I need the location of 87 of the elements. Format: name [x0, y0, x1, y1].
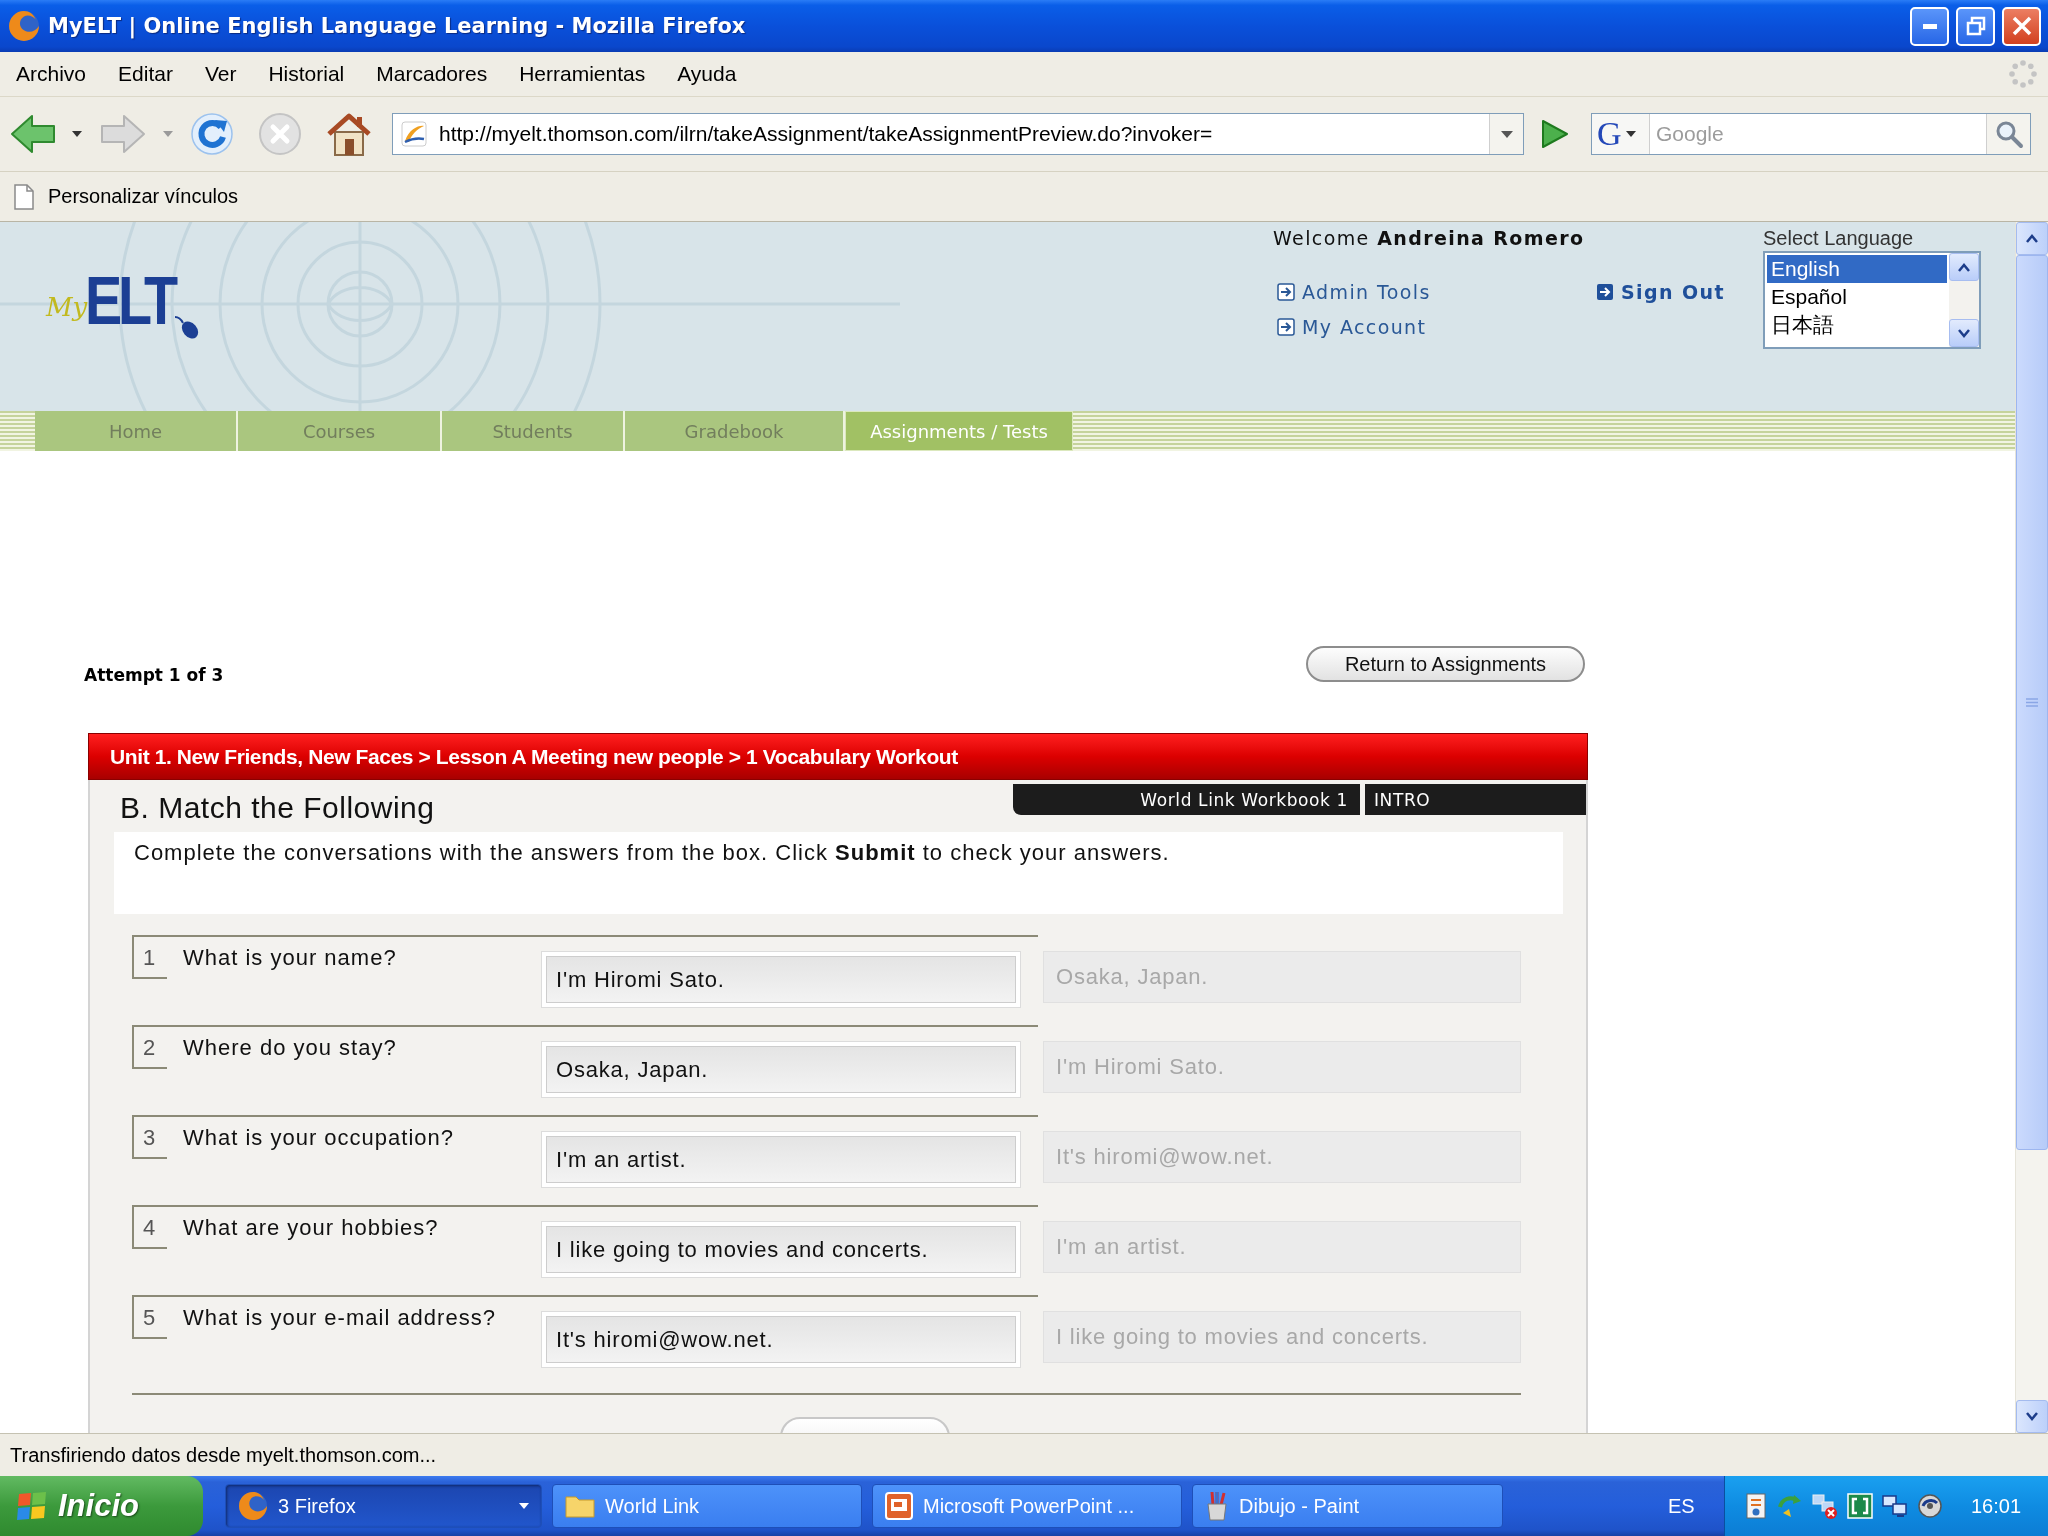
answer-field[interactable]: It's hiromi@wow.net. [542, 1312, 1020, 1367]
clock: 16:01 [1971, 1494, 2022, 1518]
scroll-down-button[interactable] [2016, 1400, 2048, 1433]
menu-item[interactable]: Marcadores [360, 62, 504, 86]
scrollbar-track[interactable] [2015, 222, 2048, 1433]
question-number: 4 [132, 1207, 167, 1249]
bracket-icon[interactable] [1847, 1493, 1873, 1519]
bookmark-link[interactable]: Personalizar vínculos [14, 183, 239, 210]
arrow-box-icon [1277, 318, 1295, 336]
header-link[interactable]: My Account [1277, 315, 1596, 339]
start-button[interactable]: Inicio [0, 1476, 203, 1536]
scroll-up-button[interactable] [2016, 222, 2048, 255]
monitors-icon[interactable] [1882, 1493, 1908, 1519]
fox-globe-icon [8, 10, 40, 42]
chevron-down-icon [1957, 328, 1971, 338]
attempt-counter: Attempt 1 of 3 [84, 664, 224, 687]
arrow-box-icon [1596, 283, 1614, 301]
menu-item[interactable]: Ver [188, 62, 253, 86]
language-option[interactable]: Español [1767, 283, 1947, 311]
chevron-up-icon [2025, 234, 2039, 243]
url-field[interactable]: http://myelt.thomson.com/ilrn/takeAssignment/takeAssignmentPreview.do?invoker= [392, 113, 1524, 155]
restore-icon [1965, 16, 1986, 36]
menu-item[interactable]: Editar [102, 62, 189, 86]
history-dropdown-button[interactable] [1489, 114, 1523, 154]
page-icon [14, 183, 34, 210]
question-text: What is your name? [183, 944, 398, 971]
scroll-up-button[interactable] [1949, 253, 1979, 281]
exercise-title: B. Match the Following [120, 791, 435, 825]
question-text: What is your occupation? [183, 1124, 456, 1151]
folder-icon [565, 1494, 595, 1518]
brush-cup-icon [1205, 1491, 1229, 1521]
restore-button[interactable] [1956, 6, 1995, 46]
answer-field[interactable]: Osaka, Japan. [542, 1042, 1020, 1097]
question-number: 2 [132, 1027, 167, 1069]
breadcrumb-bar: Unit 1. New Friends, New Faces > Lesson A Meeting new people > 1 Vocabulary Workout [88, 733, 1588, 780]
fox-globe-icon [238, 1491, 268, 1521]
swoosh-icon [401, 121, 427, 147]
dropdown-caret-icon [1500, 130, 1513, 138]
window-title: MyELT | Online English Language Learning - Mozilla Firefox [48, 14, 746, 38]
minimize-button[interactable] [1910, 6, 1949, 46]
menu-item[interactable]: Archivo [0, 62, 103, 86]
input-language-indicator[interactable]: ES [1668, 1494, 1695, 1518]
grip-icon [2025, 698, 2039, 707]
sign-out-link[interactable]: Sign Out [1596, 280, 1763, 304]
network-error-icon[interactable] [1812, 1493, 1838, 1519]
arrow-box-icon [1277, 283, 1295, 301]
book-label: World Link Workbook 1 [1013, 784, 1360, 815]
menu-item[interactable]: Ayuda [661, 62, 753, 86]
language-option[interactable]: English [1767, 255, 1947, 283]
menu-item[interactable]: Herramientas [503, 62, 662, 86]
language-listbox[interactable]: English Español 日本語 [1763, 251, 1981, 349]
document-icon[interactable] [1744, 1493, 1768, 1519]
question-number: 1 [132, 937, 167, 979]
return-button[interactable]: Return to Assignments [1306, 646, 1585, 682]
slides-icon [885, 1492, 913, 1520]
question-text: What are your hobbies? [183, 1214, 440, 1241]
windows-flag-icon [16, 1491, 48, 1521]
loading-icon [2008, 59, 2038, 89]
chevron-up-icon [1957, 262, 1971, 272]
question-number: 3 [132, 1117, 167, 1159]
scroll-down-button[interactable] [1949, 319, 1979, 347]
chevron-down-icon [2025, 1412, 2039, 1421]
close-button[interactable] [2002, 6, 2041, 46]
caret-icon [519, 1503, 529, 1509]
taskbar-button[interactable]: 3 Firefox [225, 1484, 542, 1528]
question-number: 5 [132, 1297, 167, 1339]
scrollbar-thumb[interactable] [2016, 255, 2048, 1150]
question-text: What is your e-mail address? [183, 1304, 497, 1331]
question-text: Where do you stay? [183, 1034, 398, 1061]
answer-field[interactable]: I'm Hiromi Sato. [542, 952, 1020, 1007]
language-label: Select Language [1763, 226, 1915, 250]
minimize-icon [1922, 23, 1937, 29]
instructions-text: Complete the conversations with the answers from the box. Click Submit to check your answers. [134, 840, 1170, 865]
status-text: Transfiriendo datos desde myelt.thomson.com... [10, 1443, 437, 1467]
answer-field[interactable]: I like going to movies and concerts. [542, 1222, 1020, 1277]
reload-icon[interactable] [190, 112, 234, 156]
dropdown-caret-icon[interactable] [72, 131, 82, 137]
answer-field[interactable]: I'm an artist. [542, 1132, 1020, 1187]
back-arrow-icon[interactable] [10, 114, 56, 154]
home-icon[interactable] [325, 111, 373, 157]
close-icon [2011, 16, 2032, 36]
book-label: INTRO [1365, 784, 1586, 815]
disc-icon[interactable] [1917, 1493, 1943, 1519]
header-link[interactable]: Admin Tools [1277, 280, 1596, 304]
language-option[interactable]: 日本語 [1767, 311, 1947, 339]
welcome-text: Welcome Andreina Romero [1273, 226, 1586, 250]
menu-item[interactable]: Historial [252, 62, 361, 86]
